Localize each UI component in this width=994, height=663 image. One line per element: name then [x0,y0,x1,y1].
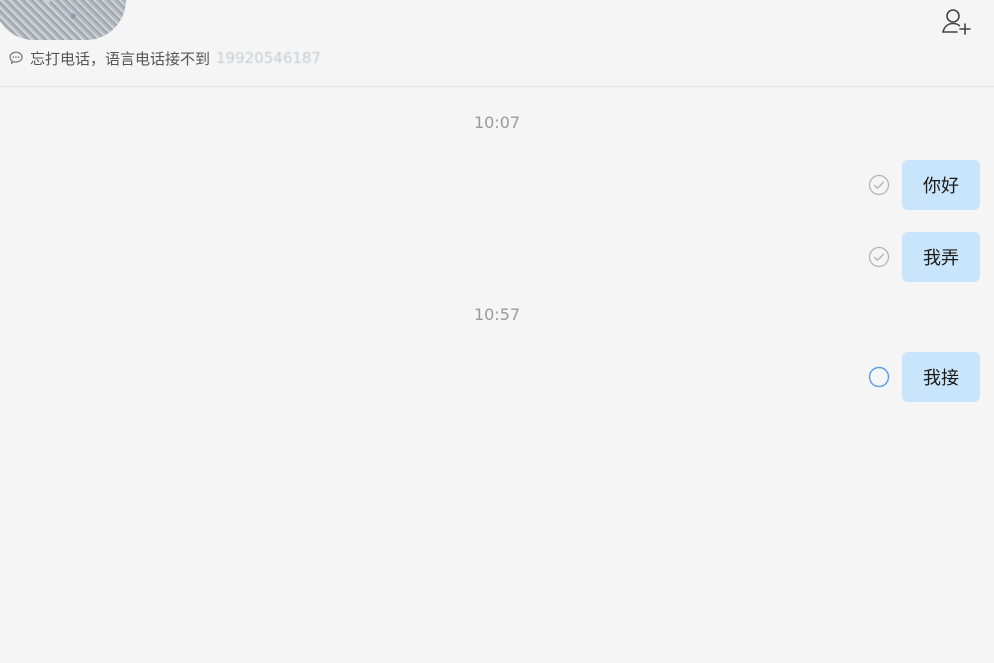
avatar[interactable] [0,0,126,40]
contact-signature: 忘打电话，语言电话接不到 19920546187 [8,47,321,69]
add-friend-button[interactable] [940,8,974,40]
read-check-icon [868,246,890,268]
message-row: 我接 [868,352,980,402]
signature-text: 忘打电话，语言电话接不到 [30,49,211,68]
message-bubble[interactable]: 我接 [902,352,980,402]
message-timestamp: 10:07 [473,113,521,132]
read-check-icon [868,174,890,196]
chat-bubble-icon [8,50,24,66]
chat-window: 忘打电话，语言电话接不到 19920546187 10:07 你好 我弄 10:… [0,0,994,663]
message-row: 你好 [868,160,980,210]
message-row: 我弄 [868,232,980,282]
add-friend-icon [941,7,973,41]
message-bubble[interactable]: 你好 [902,160,980,210]
signature-phone: 19920546187 [216,49,321,67]
chat-header: 忘打电话，语言电话接不到 19920546187 [0,0,994,87]
sending-circle-icon [868,366,890,388]
message-timestamp: 10:57 [473,305,521,324]
message-bubble[interactable]: 我弄 [902,232,980,282]
